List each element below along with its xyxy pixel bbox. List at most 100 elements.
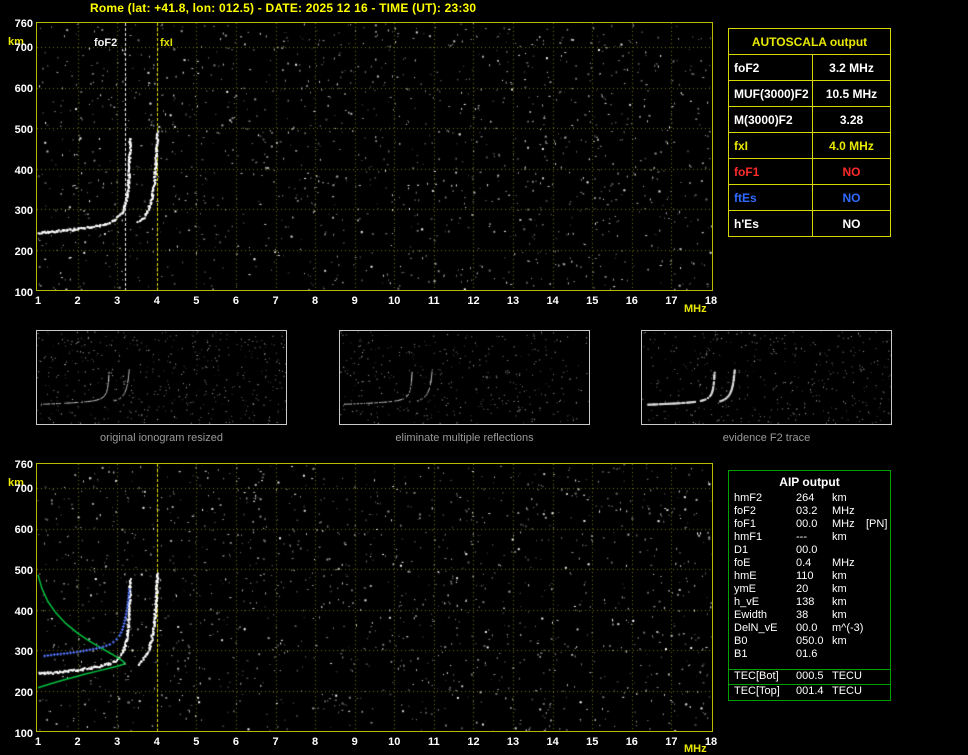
x-axis-tick: 8 — [312, 736, 319, 748]
aip-row: hmF1 --- km — [729, 531, 890, 544]
autoscala-row: h'Es NO — [729, 210, 890, 236]
aip-row-note — [866, 492, 890, 505]
aip-row-label: h_vE — [734, 596, 760, 608]
y-axis-tick: 300 — [14, 646, 33, 659]
aip-row-value: 00.0 — [796, 544, 818, 556]
autoscala-row-value: 10.5 MHz — [825, 86, 878, 101]
aip-row-unit — [832, 648, 866, 661]
aip-row-unit: MHz — [832, 505, 855, 517]
x-axis-tick: 15 — [586, 736, 599, 748]
aip-row-value: 20 — [796, 583, 809, 595]
autoscala-row: M(3000)F2 3.28 — [729, 106, 890, 132]
ionogram-plot-bottom — [36, 463, 713, 732]
thumbnail-caption-original: original ionogram resized — [100, 432, 223, 444]
autoscala-rows: foF2 3.2 MHz MUF(3000)F2 10.5 MHz M(3000)F2 3… — [729, 54, 890, 236]
aip-row: D1 00.0 — [729, 544, 890, 557]
x-axis-tick: 10 — [388, 295, 401, 307]
x-axis-tick: 13 — [506, 295, 520, 307]
x-axis-tick: 8 — [312, 295, 319, 307]
x-axis-tick: 4 — [153, 295, 160, 307]
aip-row: hmF2 264 km — [729, 492, 890, 505]
x-axis-tick: 6 — [232, 736, 239, 748]
ionogram-plot-top — [36, 22, 713, 291]
x-axis-tick: 9 — [351, 295, 358, 307]
autoscala-row: foF2 3.2 MHz — [729, 54, 890, 80]
autoscala-row-label: h'Es — [729, 211, 813, 236]
x-axis-tick: 17 — [665, 295, 678, 307]
aip-row-value: 050.0 — [796, 635, 824, 647]
y-axis-tick: 700 — [14, 42, 33, 55]
aip-row-note — [866, 583, 890, 596]
x-axis-tick: 12 — [467, 736, 480, 748]
autoscala-row-label: ftEs — [729, 185, 813, 210]
aip-row: ymE 20 km — [729, 583, 890, 596]
aip-row: B1 01.6 — [729, 648, 890, 661]
x-axis-tick: 5 — [193, 736, 200, 748]
autoscala-row-value: NO — [842, 216, 861, 231]
aip-row-label: foF2 — [734, 505, 757, 517]
autoscala-window: Rome (lat: +41.8, lon: 012.5) - DATE: 20… — [0, 0, 968, 755]
y-axis-tick: 760 — [14, 18, 33, 30]
autoscala-row-value: NO — [842, 164, 861, 179]
aip-row-label: ymE — [734, 583, 756, 595]
aip-row-unit: km — [832, 635, 847, 647]
aip-row-value: 01.6 — [796, 648, 818, 660]
aip-row-label: Ewidth — [734, 609, 768, 621]
aip-row-label: B1 — [734, 648, 748, 660]
aip-row-note — [866, 570, 890, 583]
x-axis-tick: 3 — [114, 736, 121, 748]
aip-row-value: 138 — [796, 596, 815, 608]
aip-output-title: AIP output — [779, 474, 840, 489]
autoscala-row-value: 3.2 MHz — [829, 60, 874, 75]
aip-row: hmE 110 km — [729, 570, 890, 583]
aip-row: B0 050.0 km — [729, 635, 890, 648]
ionogram-canvas-bottom — [37, 464, 712, 731]
autoscala-row-value: 3.28 — [839, 112, 864, 127]
thumbnail-eliminate-reflections — [339, 330, 590, 425]
y-axis-tick: 500 — [14, 123, 33, 136]
x-axis-tick: 13 — [506, 736, 520, 748]
aip-row-unit: km — [832, 531, 847, 543]
y-axis-tick: 200 — [14, 687, 33, 700]
autoscala-row: ftEs NO — [729, 184, 890, 210]
aip-row-label: hmE — [734, 570, 757, 582]
aip-row: foF2 03.2 MHz — [729, 505, 890, 518]
y-axis-tick: 760 — [14, 459, 33, 471]
x-axis-tick: 1 — [34, 295, 42, 307]
aip-row: DelN_vE 00.0 m^(-3) — [729, 622, 890, 635]
x-axis-tick: 11 — [428, 295, 440, 307]
aip-tec-row: TEC[Bot] 000.5 TECU — [729, 669, 890, 684]
autoscala-output-title: AUTOSCALA output — [751, 34, 868, 49]
x-axis-tick: 18 — [704, 736, 718, 748]
aip-row-unit: km — [832, 492, 847, 504]
thumbnail-canvas-original — [37, 331, 286, 424]
aip-row-unit — [832, 544, 866, 557]
aip-row-unit: MHz — [832, 557, 855, 569]
aip-row-unit: km — [832, 609, 847, 621]
x-axis-tick: 2 — [74, 736, 81, 748]
autoscala-row-label: foF1 — [729, 159, 813, 184]
aip-row-value: --- — [796, 531, 807, 543]
aip-output-panel: AIP output hmF2 264 km foF2 03.2 MHz foF1 00.0 M… — [728, 470, 891, 701]
aip-row-label: D1 — [734, 544, 749, 556]
station-date-title: Rome (lat: +41.8, lon: 012.5) - DATE: 20… — [90, 1, 477, 15]
aip-row-label: foF1 — [734, 518, 757, 530]
x-axis-tick: 9 — [351, 736, 358, 748]
aip-row-note — [866, 505, 890, 518]
aip-row-value: 38 — [796, 609, 809, 621]
aip-row-unit: km — [832, 583, 847, 595]
x-axis-tick: 6 — [232, 295, 239, 307]
aip-row-note — [866, 544, 890, 557]
x-axis-tick: 18 — [704, 295, 718, 307]
autoscala-output-panel: AUTOSCALA output foF2 3.2 MHz MUF(3000)F2 1… — [728, 28, 891, 237]
aip-tec-value: 000.5 — [796, 670, 824, 682]
x-axis-tick: 7 — [272, 736, 279, 748]
autoscala-row: foF1 NO — [729, 158, 890, 184]
autoscala-row-label: MUF(3000)F2 — [729, 81, 813, 106]
fxi-marker-label: fxI — [160, 37, 173, 49]
y-axis-tick: 300 — [14, 205, 33, 218]
x-axis-tick: 4 — [153, 736, 160, 748]
y-axis-tick: 700 — [14, 483, 33, 496]
thumbnail-caption-reflections: eliminate multiple reflections — [395, 432, 534, 444]
x-axis-tick: 3 — [114, 295, 121, 307]
